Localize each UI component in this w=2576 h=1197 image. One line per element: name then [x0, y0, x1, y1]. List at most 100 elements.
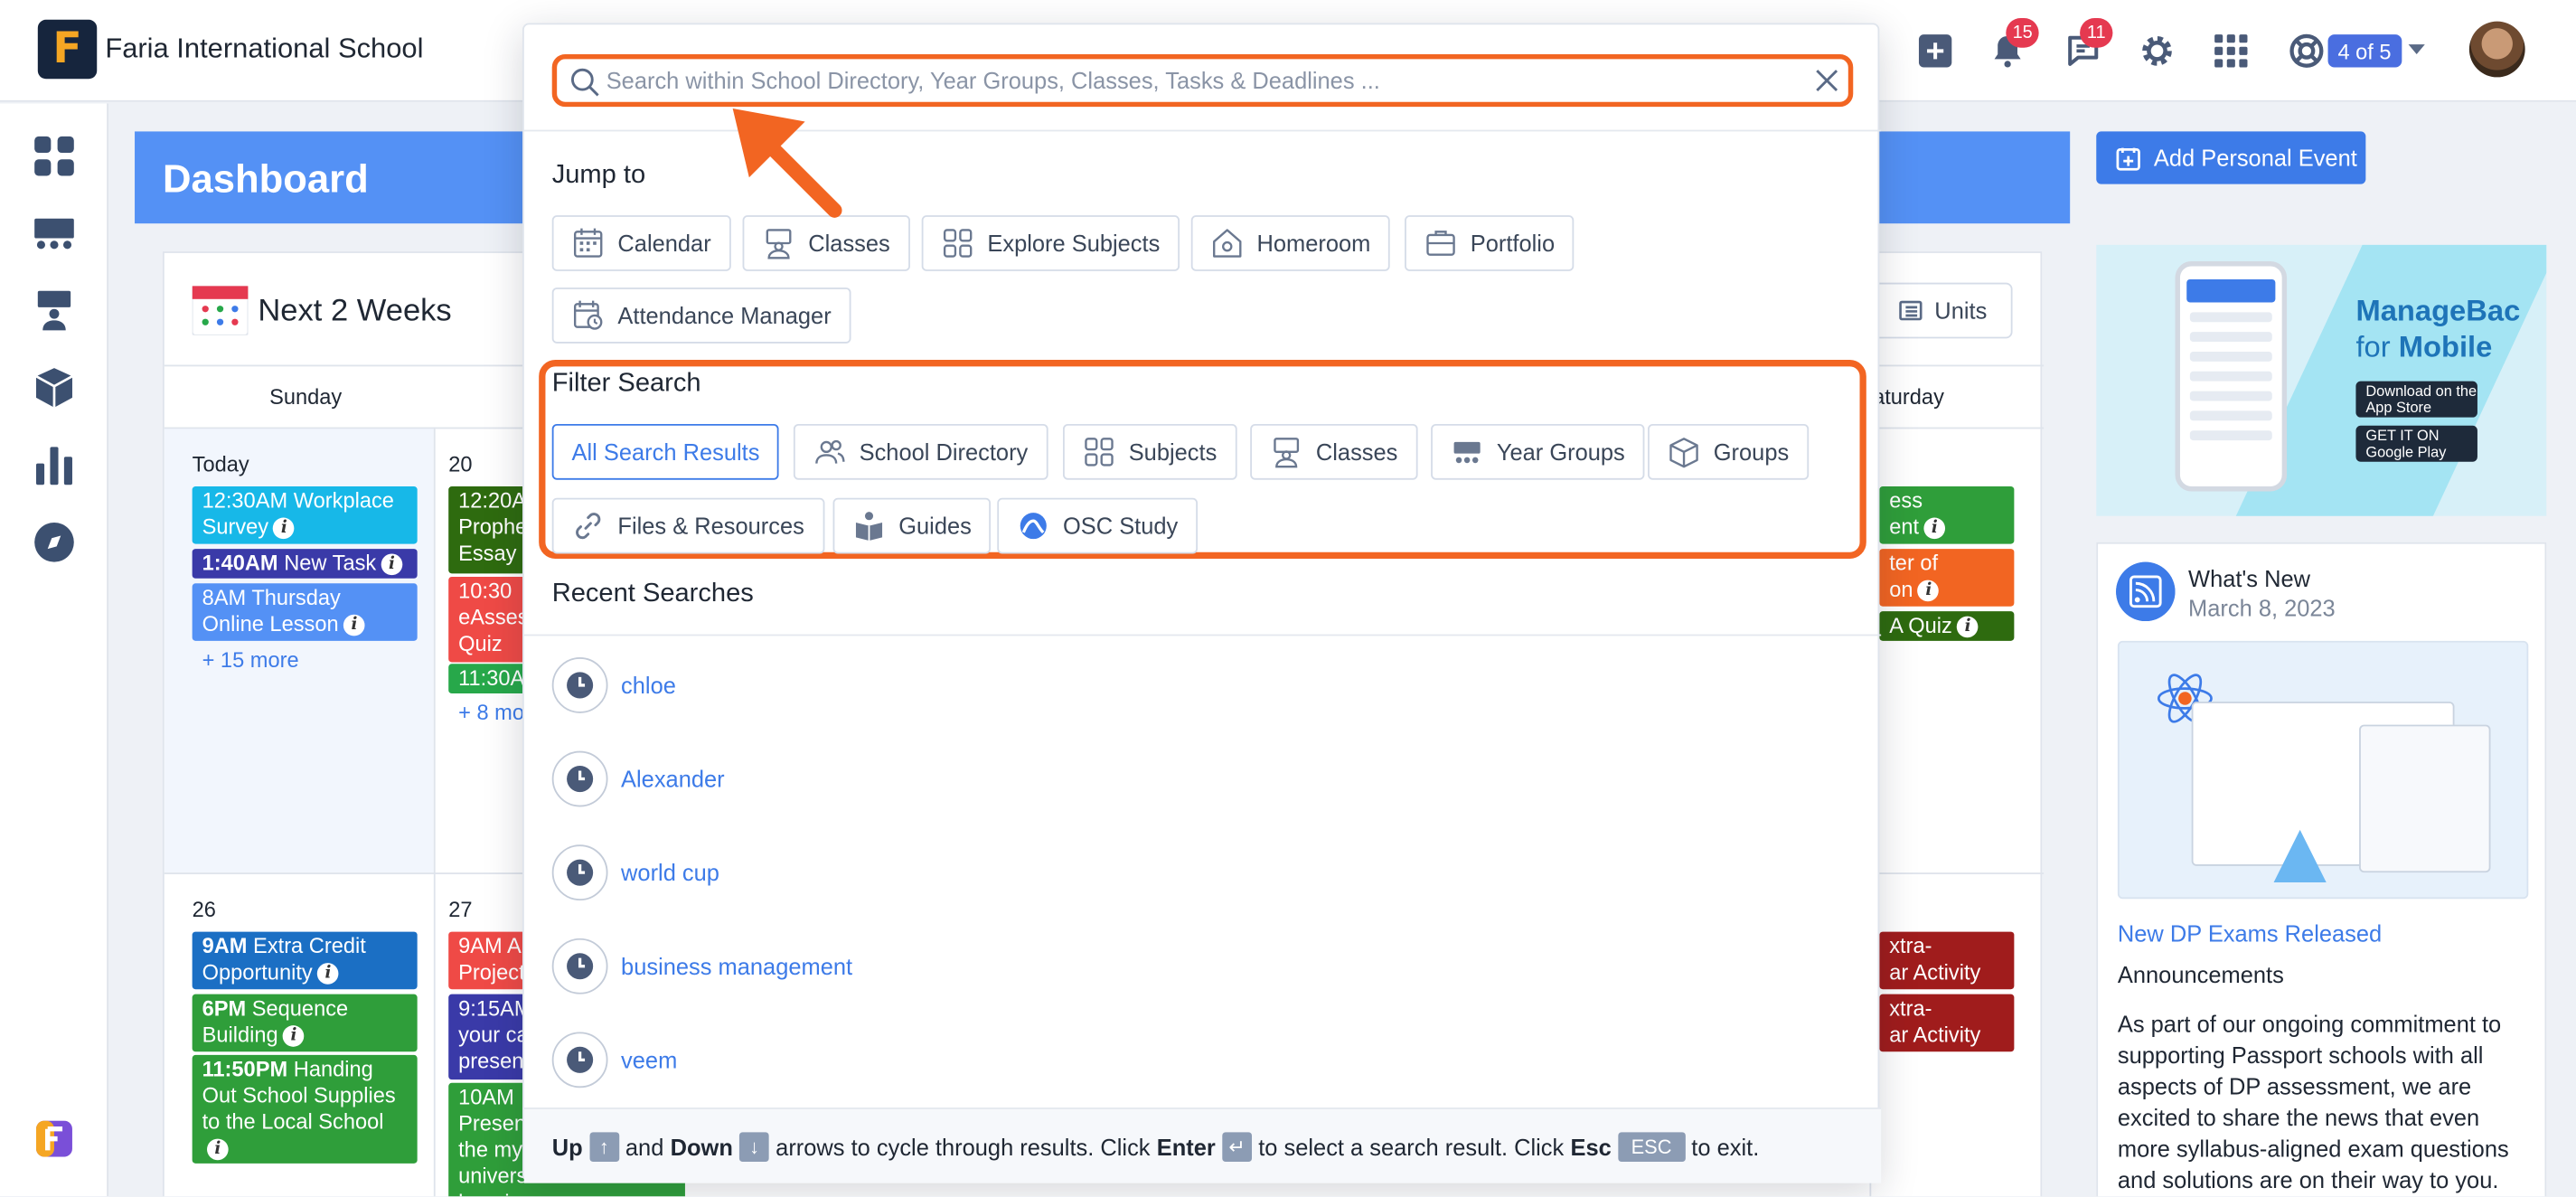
phone-illustration: [2175, 260, 2288, 492]
faria-app-icon[interactable]: [35, 1120, 72, 1157]
chip-label: Homeroom: [1256, 230, 1371, 257]
calendar-event[interactable]: 8AM Thursday Online Lesson i: [192, 583, 418, 641]
calendar-event[interactable]: 1:40AM New Task i: [192, 549, 418, 579]
search-input[interactable]: [606, 63, 1790, 98]
more-events-link[interactable]: + 15 more: [202, 647, 299, 672]
jump-homeroom[interactable]: Homeroom: [1190, 215, 1391, 271]
jump-attendance-manager[interactable]: Attendance Manager: [551, 287, 851, 344]
calendar-event[interactable]: xtra-ar Activityi: [1879, 994, 2015, 1052]
day-header-sunday: Sunday: [269, 384, 343, 410]
calendar-event[interactable]: xtra-ar Activityi: [1879, 931, 2015, 990]
event-text: ess: [1889, 487, 1923, 514]
info-icon[interactable]: i: [381, 553, 403, 576]
info-icon[interactable]: i: [1957, 616, 1979, 638]
event-text: ter of: [1889, 550, 1939, 576]
attendance-icon: [573, 300, 603, 330]
hint-down: Down: [670, 1133, 733, 1160]
info-icon[interactable]: i: [273, 517, 296, 540]
calendar-event[interactable]: ter of on i: [1879, 549, 2015, 607]
filter-classes[interactable]: Classes: [1250, 423, 1418, 480]
clock-icon: [551, 938, 608, 994]
jump-calendar[interactable]: Calendar: [551, 215, 731, 271]
more-events-link[interactable]: + 8 mo: [458, 700, 524, 724]
info-icon[interactable]: i: [317, 963, 339, 985]
school-logo[interactable]: F: [37, 19, 98, 80]
chip-label: Portfolio: [1470, 230, 1556, 257]
jump-to-title: Jump to: [551, 161, 646, 190]
add-personal-event-button[interactable]: Add Personal Event: [2096, 131, 2366, 184]
filter-guides[interactable]: Guides: [832, 497, 992, 554]
whats-new-panel: What's New March 8, 2023 New DP Exams Re…: [2096, 542, 2547, 1197]
date-number: 20: [448, 451, 473, 477]
chip-label: All Search Results: [571, 438, 760, 466]
info-icon[interactable]: i: [1917, 580, 1940, 602]
chart-icon[interactable]: [33, 444, 75, 486]
school-name[interactable]: Faria International School: [105, 33, 423, 65]
filter-subjects[interactable]: Subjects: [1062, 423, 1237, 480]
calendar-add-icon: [2116, 146, 2140, 170]
osc-study-icon: [1020, 513, 1047, 540]
filter-year-groups[interactable]: Year Groups: [1431, 423, 1645, 480]
add-event-label: Add Personal Event: [2153, 144, 2357, 172]
hint-enter: Enter: [1156, 1133, 1216, 1160]
gear-icon[interactable]: [2138, 32, 2177, 71]
hint-up: Up: [551, 1133, 583, 1160]
calendar-event[interactable]: 9AM Extra Credit Opportunity i: [192, 931, 418, 990]
event-time: 8AM: [202, 585, 247, 610]
calendar-event[interactable]: 12:30AM Workplace Survey i: [192, 486, 418, 544]
jump-portfolio[interactable]: Portfolio: [1405, 215, 1575, 271]
search-modal: Jump to Calendar Classes Explore Subject…: [522, 23, 1882, 1183]
promo-subtitle: for Mobile: [2355, 330, 2492, 364]
units-button[interactable]: Units: [1873, 282, 2013, 339]
event-title: New Task: [284, 550, 377, 576]
date-number: 27: [448, 897, 473, 922]
recent-search-item[interactable]: business management: [551, 935, 852, 997]
promo-subtitle-text: for: [2355, 330, 2399, 363]
filter-search-title: Filter Search: [551, 369, 701, 398]
calendar-event[interactable]: ess ent i: [1879, 486, 2015, 544]
search-box[interactable]: [551, 53, 1854, 108]
jump-classes[interactable]: Classes: [742, 215, 910, 271]
divider: [523, 129, 1882, 132]
filter-school-directory[interactable]: School Directory: [793, 423, 1048, 480]
info-icon[interactable]: i: [343, 614, 365, 636]
jump-explore-subjects[interactable]: Explore Subjects: [921, 215, 1180, 271]
recent-search-item[interactable]: chloe: [551, 654, 676, 716]
filter-all-results[interactable]: All Search Results: [551, 423, 780, 480]
chip-label: Classes: [1315, 438, 1398, 466]
info-icon[interactable]: i: [1923, 517, 1946, 540]
calendar-event[interactable]: 11:50PM Handing Out School Supplies to t…: [192, 1054, 418, 1164]
google-play-badge[interactable]: GET IT ON Google Play: [2355, 425, 2477, 462]
school-pager[interactable]: 4 of 5: [2327, 34, 2402, 68]
chip-label: Guides: [898, 513, 972, 540]
apps-grid-icon[interactable]: [2211, 32, 2251, 71]
info-icon[interactable]: i: [207, 1138, 229, 1161]
news-image[interactable]: [2117, 640, 2529, 900]
promo-title: ManageBac: [2355, 294, 2521, 327]
calendar-icon: [573, 228, 603, 258]
compass-icon[interactable]: [33, 521, 75, 563]
classroom-icon[interactable]: [33, 212, 75, 254]
cube-icon[interactable]: [33, 366, 75, 409]
filter-groups[interactable]: Groups: [1648, 423, 1810, 480]
filter-osc-study[interactable]: OSC Study: [997, 497, 1199, 554]
recent-search-item[interactable]: Alexander: [551, 748, 725, 810]
recent-search-item[interactable]: world cup: [551, 842, 719, 904]
dashboard-icon[interactable]: [33, 135, 75, 177]
recent-search-item[interactable]: veem: [551, 1029, 677, 1091]
app-store-badge[interactable]: Download on the App Store: [2355, 381, 2477, 418]
news-title-link[interactable]: New DP Exams Released: [2118, 920, 2382, 947]
close-icon[interactable]: [1814, 68, 1840, 94]
teacher-icon[interactable]: [33, 289, 75, 332]
chevron-down-icon[interactable]: [2408, 44, 2425, 54]
lifebuoy-icon[interactable]: [2287, 32, 2327, 71]
managebac-mobile-promo[interactable]: ManageBac for Mobile Download on the App…: [2096, 244, 2547, 516]
avatar[interactable]: [2468, 21, 2525, 78]
filter-files-resources[interactable]: Files & Resources: [551, 497, 824, 554]
add-icon[interactable]: [1915, 32, 1955, 71]
event-time: 9AM: [202, 933, 248, 958]
calendar-event[interactable]: A Quiz i: [1879, 611, 2015, 641]
chip-label: Explore Subjects: [987, 230, 1161, 257]
info-icon[interactable]: i: [283, 1025, 305, 1047]
calendar-event[interactable]: 6PM Sequence Building i: [192, 994, 418, 1052]
